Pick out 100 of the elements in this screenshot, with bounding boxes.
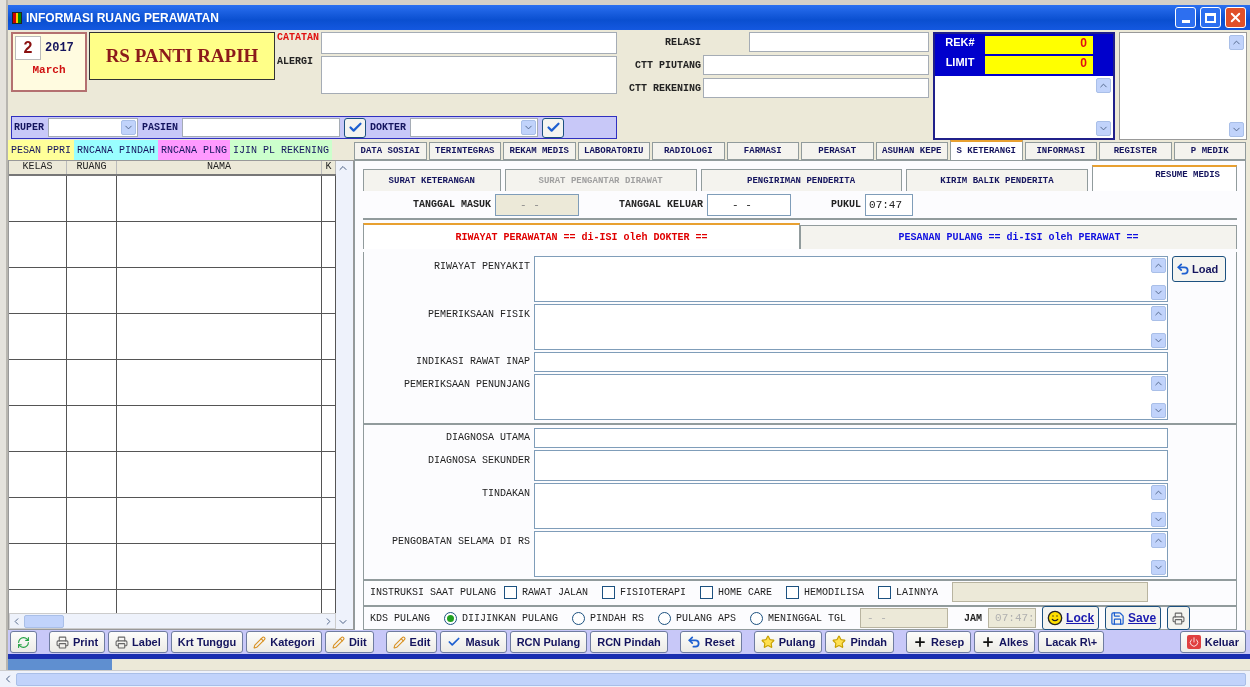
toolbar-button[interactable]: Reset (679, 631, 742, 653)
tab[interactable]: LABORATORIU (577, 142, 650, 160)
scroll-down-button[interactable] (1151, 560, 1166, 575)
tab[interactable]: S KETERANGI (950, 140, 1023, 160)
text-field[interactable] (182, 118, 341, 137)
toolbar-button[interactable]: Kategori (246, 631, 322, 653)
scroll-down-button[interactable] (1151, 403, 1166, 418)
date-field[interactable]: - - (707, 193, 792, 216)
toolbar-button[interactable]: Pindah (825, 631, 895, 653)
scrollbar-thumb[interactable] (16, 672, 1246, 686)
text-field[interactable] (321, 32, 617, 54)
list-box[interactable] (935, 76, 1113, 138)
maximize-button[interactable] (1200, 7, 1221, 28)
scroll-up-button[interactable] (1229, 35, 1244, 50)
scroll-up-button[interactable] (1151, 306, 1166, 321)
scroll-up-button[interactable] (1151, 533, 1166, 548)
text-area[interactable] (534, 531, 1168, 577)
scroll-up-button[interactable] (1151, 485, 1166, 500)
radio-button[interactable]: PULANG APS (658, 611, 737, 625)
tab[interactable]: DATA SOSIAI (354, 142, 427, 160)
load-button[interactable]: Load (1172, 256, 1226, 282)
toolbar-button[interactable]: Alkes (974, 631, 1036, 653)
tab[interactable]: RIWAYAT PERAWATAN == di-ISI oleh DOKTER == (363, 223, 800, 249)
checkbox[interactable]: RAWAT JALAN (504, 585, 589, 599)
check-button[interactable] (542, 117, 565, 138)
radio-button[interactable]: MENINGGAL TGL (750, 611, 847, 625)
tab[interactable]: RADIOLOGI (652, 142, 725, 160)
toolbar-button[interactable]: Krt Tunggu (170, 631, 244, 653)
text-field[interactable] (749, 32, 929, 52)
radio-button[interactable]: PINDAH RS (572, 611, 645, 625)
tab[interactable]: FARMASI (726, 142, 799, 160)
dropdown-button[interactable] (521, 120, 537, 135)
form-button[interactable]: Save (1105, 606, 1162, 630)
close-button[interactable] (1225, 7, 1246, 28)
tab[interactable]: INFORMASI (1024, 142, 1097, 160)
checkbox[interactable]: FISIOTERAPI (602, 585, 687, 599)
scroll-up-button[interactable] (1151, 258, 1166, 273)
tab[interactable]: RNCANA PINDAH (74, 140, 159, 160)
tab[interactable]: KIRIM BALIK PENDERITA (905, 169, 1089, 191)
print-button[interactable] (1167, 606, 1191, 630)
text-field[interactable] (321, 56, 617, 94)
checkbox[interactable]: HOME CARE (700, 585, 773, 599)
scroll-down-button[interactable] (1229, 122, 1244, 137)
tab[interactable]: PERASAT (801, 142, 874, 160)
text-field[interactable] (952, 582, 1149, 602)
scroll-up-button[interactable] (1151, 376, 1166, 391)
scroll-down-button[interactable] (1151, 512, 1166, 527)
text-field[interactable] (703, 78, 929, 98)
text-area[interactable] (534, 483, 1168, 529)
tab[interactable]: SURAT KETERANGAN (363, 169, 501, 191)
scroll-down-button[interactable] (1151, 333, 1166, 348)
toolbar-button[interactable]: RCN Pulang (509, 631, 588, 653)
dropdown-button[interactable] (121, 120, 136, 135)
list-box[interactable] (1119, 32, 1247, 140)
tab[interactable]: PENGIRIMAN PENDERITA (700, 169, 902, 191)
text-field[interactable] (534, 450, 1168, 481)
scrollbar-thumb[interactable] (24, 614, 64, 628)
dropdown[interactable] (48, 118, 138, 137)
text-area[interactable] (534, 256, 1168, 302)
horizontal-scrollbar[interactable] (9, 613, 336, 629)
vertical-scrollbar[interactable] (336, 161, 353, 629)
minimize-button[interactable] (1175, 7, 1196, 28)
tab[interactable]: P MEDIK (1173, 142, 1246, 160)
scroll-up-button[interactable] (1096, 78, 1111, 93)
checkbox[interactable]: HEMODILISA (786, 585, 865, 599)
toolbar-button[interactable]: Edit (385, 631, 438, 653)
toolbar-button[interactable]: Print (49, 631, 106, 653)
column-header: NAMA (117, 161, 322, 174)
tab[interactable]: PESANAN PULANG == di-ISI oleh PERAWAT == (800, 225, 1237, 249)
text-field[interactable] (534, 428, 1168, 448)
toolbar-button[interactable]: Pulang (753, 631, 823, 653)
toolbar-button[interactable]: Label (108, 631, 168, 653)
date-field[interactable]: 07:47 (865, 193, 914, 216)
tab[interactable]: TERINTEGRAS (428, 142, 501, 160)
checkbox[interactable]: LAINNYA (878, 585, 939, 599)
tab[interactable]: ASUHAN KEPE (875, 142, 948, 160)
form-button[interactable]: Lock (1042, 606, 1100, 630)
scroll-down-button[interactable] (1151, 285, 1166, 300)
tab[interactable]: PESAN PPRI (8, 140, 74, 160)
horizontal-scrollbar[interactable] (0, 670, 1250, 687)
radio-button[interactable]: DIIJINKAN PULANG (444, 611, 559, 625)
field-label: DIAGNOSA UTAMA (445, 431, 530, 443)
toolbar-button[interactable]: RCN Pindah (590, 631, 668, 653)
toolbar-button[interactable]: Masuk (440, 631, 507, 653)
text-area[interactable] (534, 374, 1168, 420)
tab[interactable]: REGISTER (1099, 142, 1172, 160)
refresh-button[interactable] (10, 631, 37, 653)
check-button[interactable] (344, 117, 367, 138)
text-field[interactable] (703, 55, 929, 75)
toolbar-button[interactable]: Diit (324, 631, 374, 653)
toolbar-button[interactable]: Resep (906, 631, 972, 653)
tab[interactable]: IJIN PL REKENING (230, 140, 333, 160)
exit-button[interactable]: Keluar (1179, 631, 1246, 653)
text-area[interactable] (534, 304, 1168, 350)
toolbar-button[interactable]: Lacak R\+ (1038, 631, 1105, 653)
tab[interactable]: RNCANA PLNG (158, 140, 231, 160)
tab[interactable]: RESUME MEDIS (1092, 165, 1237, 191)
tab[interactable]: REKAM MEDIS (503, 142, 576, 160)
text-field[interactable] (534, 352, 1168, 372)
scroll-down-button[interactable] (1096, 121, 1111, 136)
